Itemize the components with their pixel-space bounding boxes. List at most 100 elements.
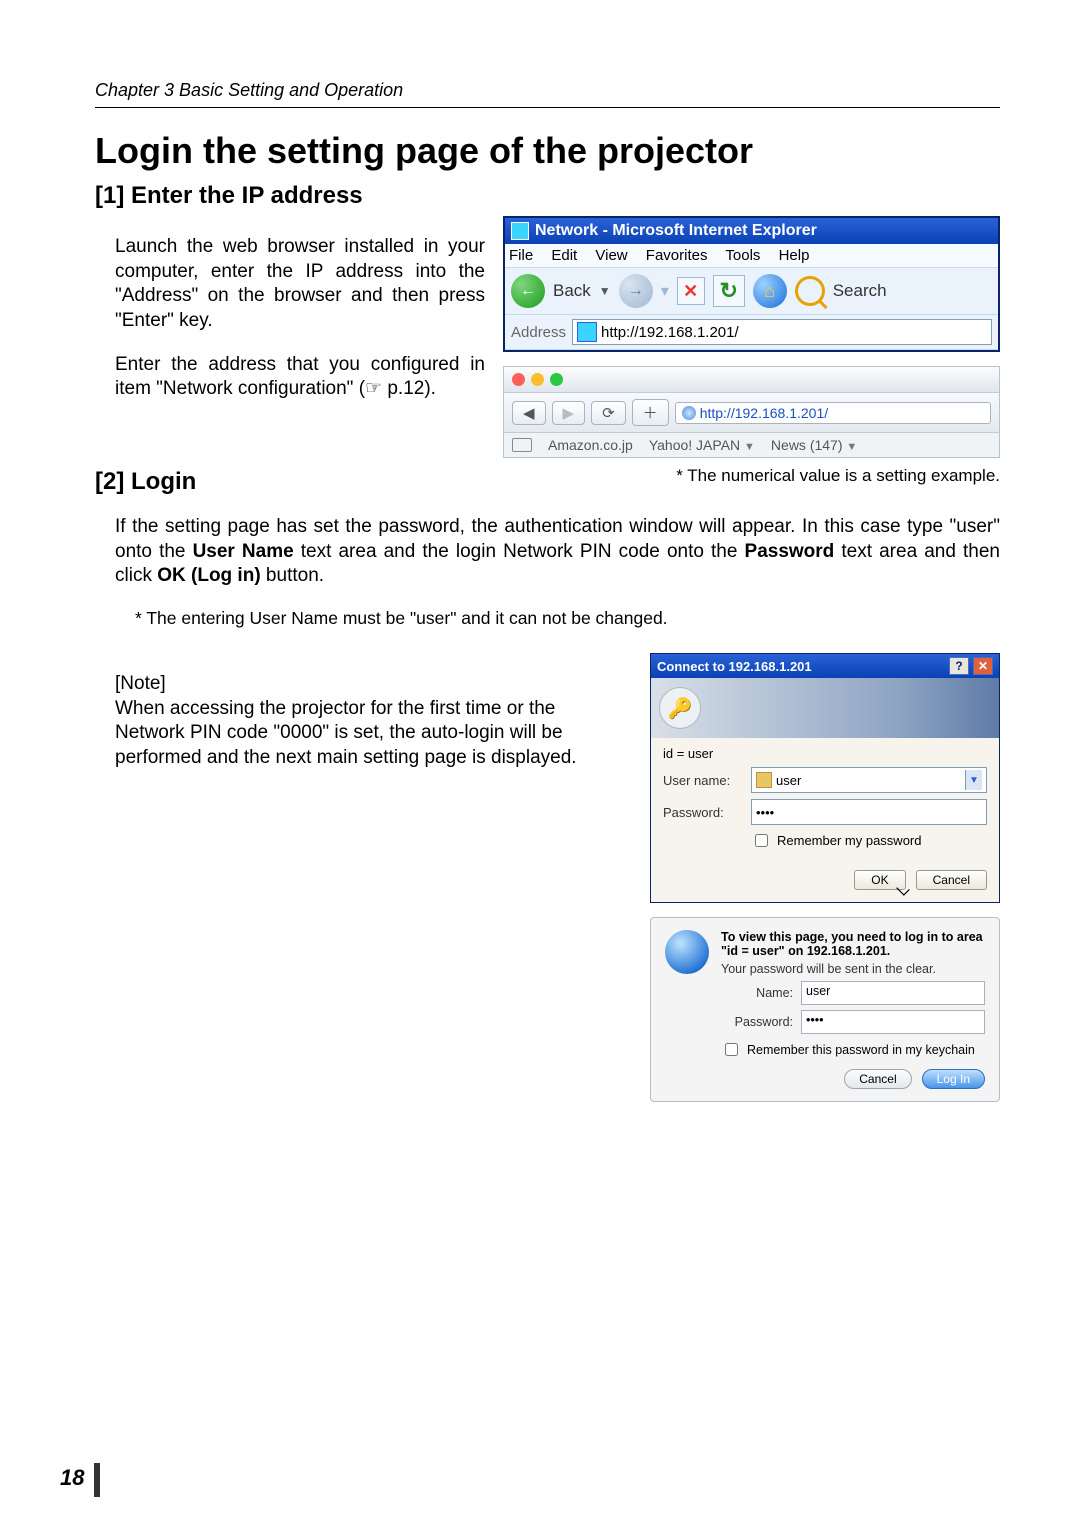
mac-msg-1: To view this page, you need to log in to… xyxy=(721,930,985,958)
close-button-icon[interactable]: ✕ xyxy=(973,657,993,675)
mac-cancel-button[interactable]: Cancel xyxy=(844,1069,911,1089)
section-2-para-b: User Name xyxy=(193,541,294,562)
mac-password-value: •••• xyxy=(806,1013,824,1027)
bookmark-amazon[interactable]: Amazon.co.jp xyxy=(548,437,633,453)
ie-title-text: Network - Microsoft Internet Explorer xyxy=(535,222,817,240)
ie-menu-tools[interactable]: Tools xyxy=(725,247,760,264)
keys-icon: 🔑 xyxy=(659,687,701,729)
xp-dialog-title: Connect to 192.168.1.201 xyxy=(657,659,812,674)
chevron-down-icon: ▼ xyxy=(744,441,755,453)
section-1-para-2: Enter the address that you configured in… xyxy=(115,353,485,402)
search-icon[interactable] xyxy=(795,276,825,306)
ie-address-bar: Address http://192.168.1.201/ xyxy=(505,315,998,350)
safari-address-input[interactable]: http://192.168.1.201/ xyxy=(675,402,991,424)
mac-auth-dialog: To view this page, you need to log in to… xyxy=(650,917,1000,1102)
note-label: [Note] xyxy=(115,672,630,697)
xp-dialog-banner: 🔑 xyxy=(651,678,999,738)
xp-password-input[interactable]: •••• xyxy=(751,799,987,825)
ie-address-label: Address xyxy=(511,324,566,341)
safari-reload-button[interactable]: ⟳ xyxy=(591,401,626,425)
chapter-header: Chapter 3 Basic Setting and Operation xyxy=(95,80,1000,108)
mac-password-label: Password: xyxy=(721,1015,793,1029)
note-body: When accessing the projector for the fir… xyxy=(115,697,630,771)
section-2-para: If the setting page has set the password… xyxy=(115,515,1000,589)
forward-button-icon[interactable]: → xyxy=(619,274,653,308)
traffic-close-icon[interactable] xyxy=(512,373,525,386)
checkbox-icon[interactable] xyxy=(725,1043,738,1056)
xp-username-value: user xyxy=(776,773,801,788)
page-number-bar xyxy=(94,1463,100,1497)
ie-url-text: http://192.168.1.201/ xyxy=(601,324,739,341)
safari-back-button[interactable]: ◀ xyxy=(512,401,546,425)
section-1-heading: [1] Enter the IP address xyxy=(95,182,1000,210)
ie-menu-help[interactable]: Help xyxy=(779,247,810,264)
safari-bookmarks-bar: Amazon.co.jp Yahoo! JAPAN ▼ News (147) ▼ xyxy=(504,433,999,457)
ie-menu-view[interactable]: View xyxy=(595,247,627,264)
figure-caption: * The numerical value is a setting examp… xyxy=(503,466,1000,486)
page-number: 18 xyxy=(60,1465,84,1491)
pointer-hand-icon xyxy=(365,378,382,399)
xp-remember-label: Remember my password xyxy=(777,833,922,848)
page-title: Login the setting page of the projector xyxy=(95,130,1000,172)
compass-icon xyxy=(682,406,696,420)
ie-menubar: File Edit View Favorites Tools Help xyxy=(505,244,998,268)
xp-password-value: •••• xyxy=(756,805,774,820)
mac-name-input[interactable]: user xyxy=(801,981,985,1005)
traffic-minimize-icon[interactable] xyxy=(531,373,544,386)
mac-login-button[interactable]: Log In xyxy=(922,1069,985,1089)
section-1-para-2b: p.12). xyxy=(382,378,436,399)
xp-username-label: User name: xyxy=(663,773,743,788)
ie-menu-file[interactable]: File xyxy=(509,247,533,264)
ie-titlebar: Network - Microsoft Internet Explorer xyxy=(505,218,998,244)
traffic-zoom-icon[interactable] xyxy=(550,373,563,386)
ie-window: Network - Microsoft Internet Explorer Fi… xyxy=(503,216,1000,352)
mac-msg-2: Your password will be sent in the clear. xyxy=(721,962,985,976)
xp-username-input[interactable]: user ▼ xyxy=(751,767,987,793)
help-button-icon[interactable]: ? xyxy=(949,657,969,675)
user-icon xyxy=(756,772,772,788)
safari-forward-button[interactable]: ▶ xyxy=(552,401,586,425)
mac-remember-checkbox[interactable]: Remember this password in my keychain xyxy=(721,1040,985,1059)
section-2-para-g: button. xyxy=(261,565,324,586)
mac-password-input[interactable]: •••• xyxy=(801,1010,985,1034)
ie-toolbar: ← Back ▼ → ▾ ✕ ↻ ⌂ Search xyxy=(505,268,998,315)
ie-menu-favorites[interactable]: Favorites xyxy=(646,247,708,264)
back-button-label[interactable]: Back xyxy=(553,281,591,301)
mac-name-label: Name: xyxy=(721,986,793,1000)
mac-remember-label: Remember this password in my keychain xyxy=(747,1043,975,1057)
xp-auth-dialog: Connect to 192.168.1.201 ? ✕ 🔑 id = user… xyxy=(650,653,1000,903)
xp-remember-checkbox[interactable]: Remember my password xyxy=(751,831,987,850)
safari-url-text: http://192.168.1.201/ xyxy=(700,405,828,421)
safari-add-button[interactable]: ＋ xyxy=(632,399,669,426)
cancel-button[interactable]: Cancel xyxy=(916,870,987,890)
xp-dialog-titlebar: Connect to 192.168.1.201 ? ✕ xyxy=(651,654,999,678)
home-button-icon[interactable]: ⌂ xyxy=(753,274,787,308)
safari-titlebar xyxy=(504,367,999,393)
ie-page-icon xyxy=(577,322,597,342)
section-2-star-note: * The entering User Name must be "user" … xyxy=(135,608,1000,629)
refresh-button-icon[interactable]: ↻ xyxy=(713,275,745,307)
back-button-icon[interactable]: ← xyxy=(511,274,545,308)
mac-name-value: user xyxy=(806,984,830,998)
bookmark-news[interactable]: News (147) ▼ xyxy=(771,437,857,453)
xp-password-label: Password: xyxy=(663,805,743,820)
search-button-label[interactable]: Search xyxy=(833,281,887,301)
globe-icon xyxy=(665,930,709,974)
ie-app-icon xyxy=(511,222,529,240)
section-1-para-1: Launch the web browser installed in your… xyxy=(115,235,485,334)
chevron-down-icon: ▼ xyxy=(846,441,857,453)
ie-menu-edit[interactable]: Edit xyxy=(551,247,577,264)
checkbox-icon[interactable] xyxy=(755,834,768,847)
section-2-para-d: Password xyxy=(745,541,835,562)
dropdown-icon[interactable]: ▼ xyxy=(965,770,982,790)
bookmarks-icon[interactable] xyxy=(512,438,532,452)
safari-window: ◀ ▶ ⟳ ＋ http://192.168.1.201/ Amazon.co.… xyxy=(503,366,1000,458)
bookmark-yahoo[interactable]: Yahoo! JAPAN ▼ xyxy=(649,437,755,453)
back-dropdown-icon[interactable]: ▼ xyxy=(599,284,611,298)
section-2-para-c: text area and the login Network PIN code… xyxy=(294,541,745,562)
xp-id-line: id = user xyxy=(663,746,987,761)
ie-address-input[interactable]: http://192.168.1.201/ xyxy=(572,319,992,345)
stop-button-icon[interactable]: ✕ xyxy=(677,277,705,305)
section-2-para-f: OK (Log in) xyxy=(157,565,260,586)
safari-toolbar: ◀ ▶ ⟳ ＋ http://192.168.1.201/ xyxy=(504,393,999,433)
